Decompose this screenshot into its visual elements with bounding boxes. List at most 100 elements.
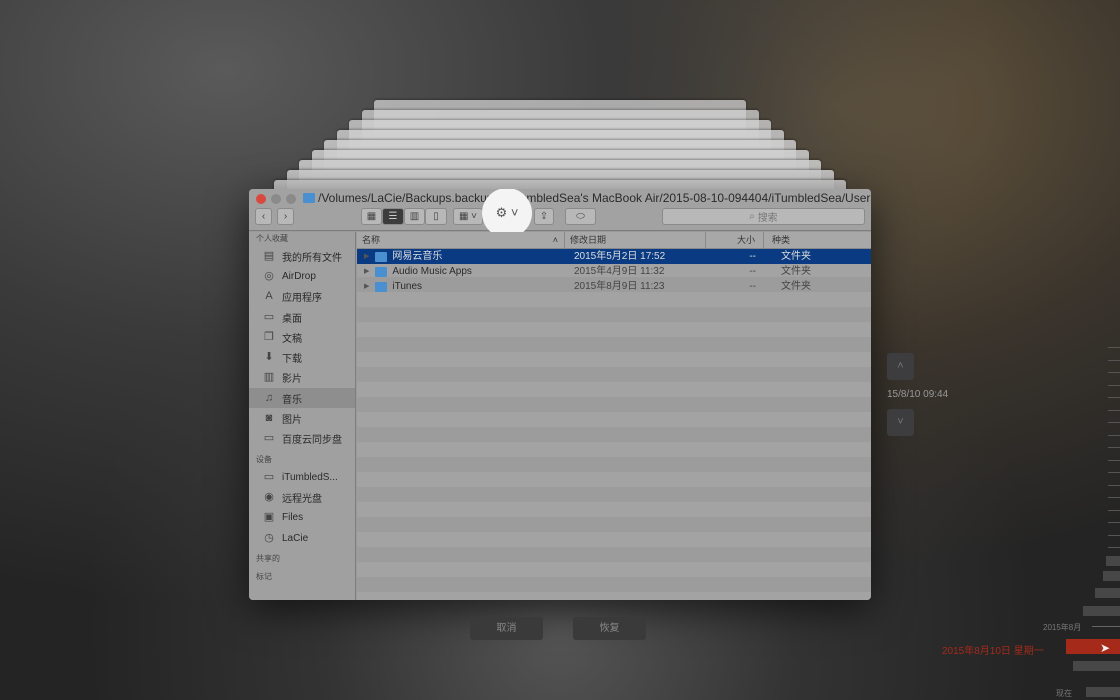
timeline-tick[interactable] (1108, 384, 1120, 386)
folder-icon (375, 266, 388, 277)
timeline-tick[interactable] (1108, 484, 1120, 486)
list-view-button[interactable]: ☰ (382, 208, 404, 225)
sidebar-item[interactable]: ⬇ 下载 (249, 347, 355, 367)
disclosure-triangle-icon[interactable]: ▶ (364, 279, 369, 294)
file-kind: 文件夹 (781, 251, 811, 262)
sidebar-item[interactable]: ▥ 影片 (249, 368, 355, 388)
sidebar-item[interactable]: ♫ 音乐 (249, 388, 355, 409)
sidebar-item[interactable]: ◙ 图片 (249, 408, 355, 428)
timeline-now-bar[interactable] (1086, 687, 1120, 697)
file-row[interactable]: ▶ 网易云音乐 2015年5月2日 17:52 -- 文件夹 (357, 249, 871, 264)
gear-icon: ⚙ ˅ (495, 205, 519, 220)
share-button[interactable]: ⇪ (534, 208, 554, 225)
column-header-kind[interactable]: 种类 (764, 232, 790, 248)
column-header-date[interactable]: 修改日期 (565, 232, 706, 248)
laptop-icon: ▭ (263, 470, 275, 483)
timeline-bar[interactable] (1083, 606, 1120, 616)
disc-icon: ◉ (264, 490, 274, 503)
timeline-tick[interactable] (1108, 359, 1120, 361)
coverflow-view-button[interactable]: ▯ (425, 208, 447, 225)
search-input[interactable]: ⌕ 搜索 (662, 208, 865, 225)
disclosure-triangle-icon[interactable]: ▶ (364, 264, 369, 279)
sidebar-item-label: 桌面 (282, 313, 302, 325)
sidebar-item-label: 应用程序 (282, 293, 322, 305)
timeline-month-label: 2015年8月 (1043, 623, 1082, 632)
timeline-bar[interactable] (1103, 571, 1120, 581)
timeline-tick[interactable] (1108, 447, 1120, 448)
restore-button[interactable]: 恢复 (573, 617, 646, 640)
column-header-name[interactable]: 名称 ˄ (357, 232, 565, 248)
timeline-month-tick (1092, 626, 1120, 627)
airdrop-icon: ◎ (264, 269, 274, 282)
timeline-selected-marker[interactable] (1066, 639, 1120, 654)
action-gear-button[interactable]: ⚙ ˅ (482, 189, 532, 238)
sidebar-item-label: 影片 (282, 374, 302, 386)
sidebar-item[interactable]: ▣ Files (249, 508, 355, 528)
next-backup-button[interactable]: ˅ (887, 409, 914, 436)
timeline-tick[interactable] (1108, 434, 1120, 436)
timeline-tick[interactable] (1108, 472, 1120, 473)
sidebar-item-label: 文稿 (282, 333, 302, 345)
file-name: Audio Music Apps (392, 266, 472, 277)
sidebar: 个人收藏 ▤ 我的所有文件 ◎ AirDrop A 应用程序 ▭ 桌面 ❐ 文稿 ⬇ 下载 ▥ 影片 ♫ 音乐 ◙… (249, 232, 356, 600)
timeline-bar[interactable] (1073, 661, 1120, 671)
time-machine-disk-icon: ◷ (264, 531, 274, 544)
column-headers: 名称 ˄ 修改日期 大小 种类 (357, 232, 871, 249)
applications-icon: A (265, 290, 273, 303)
timeline-tick[interactable] (1108, 509, 1120, 511)
timeline-tick[interactable] (1108, 372, 1120, 373)
sidebar-item[interactable]: ▤ 我的所有文件 (249, 246, 355, 266)
folder-icon (375, 281, 388, 292)
sidebar-item[interactable]: A 应用程序 (249, 287, 355, 307)
sidebar-item[interactable]: ▭ 桌面 (249, 307, 355, 327)
sidebar-item[interactable]: ◎ AirDrop (249, 266, 355, 286)
file-row[interactable]: ▶ Audio Music Apps 2015年4月9日 11:32 -- 文件夹 (357, 264, 871, 279)
minimize-button[interactable] (271, 194, 281, 204)
sidebar-item[interactable]: ◷ LaCie (249, 528, 355, 548)
file-list: 名称 ˄ 修改日期 大小 种类 ▶ 网易云音乐 2015年5月2日 17:52 -- 文件… (357, 232, 871, 600)
previous-backup-button[interactable]: ˄ (887, 353, 914, 380)
sidebar-item[interactable]: ▭ iTumbledS... (249, 467, 355, 487)
cancel-button[interactable]: 取消 (470, 617, 543, 640)
close-button[interactable] (256, 194, 266, 204)
timeline-tick[interactable] (1108, 422, 1120, 423)
back-button[interactable]: ‹ (255, 208, 272, 225)
column-header-size[interactable]: 大小 (706, 232, 764, 248)
timeline-bar[interactable] (1106, 556, 1120, 566)
file-row[interactable]: ▶ iTunes 2015年8月9日 11:23 -- 文件夹 (357, 279, 871, 294)
sidebar-item-label: AirDrop (282, 270, 316, 282)
timeline-tick[interactable] (1108, 459, 1120, 461)
timeline-tick[interactable] (1108, 497, 1120, 498)
tag-button[interactable]: ⬭ (565, 208, 596, 225)
movies-icon: ▥ (263, 371, 275, 384)
timeline-now-label: 现在 (1056, 689, 1072, 698)
zoom-button[interactable] (286, 194, 296, 204)
file-kind: 文件夹 (781, 281, 811, 292)
column-view-button[interactable]: ▥ (404, 208, 425, 225)
sidebar-item[interactable]: ❐ 文稿 (249, 327, 355, 347)
timeline-tick[interactable] (1108, 522, 1120, 523)
timeline-tick[interactable] (1108, 534, 1120, 536)
file-size: -- (749, 266, 756, 277)
sidebar-item-label: Files (282, 512, 304, 524)
folder-icon (375, 251, 388, 262)
timeline-tick[interactable] (1108, 409, 1120, 411)
sidebar-item-label: LaCie (282, 532, 309, 544)
sidebar-item[interactable]: ▭ 百度云同步盘 (249, 429, 355, 449)
sidebar-item[interactable]: ◉ 远程光盘 (249, 487, 355, 507)
icon-view-button[interactable]: ▦ (361, 208, 382, 225)
finder-window: /Volumes/LaCie/Backups.backupdb/iTumbled… (249, 189, 871, 600)
folder-icon (303, 193, 315, 203)
arrange-button[interactable]: ▦ ˅ (453, 208, 483, 225)
title-bar: /Volumes/LaCie/Backups.backupdb/iTumbled… (249, 189, 871, 238)
sidebar-section-header: 标记 (256, 572, 272, 582)
forward-button[interactable]: › (277, 208, 294, 225)
disclosure-triangle-icon[interactable]: ▶ (364, 249, 369, 264)
window-path: /Volumes/LaCie/Backups.backupdb/iTumbled… (303, 191, 871, 205)
timeline-tick[interactable] (1108, 397, 1120, 398)
file-date: 2015年5月2日 17:52 (574, 251, 666, 262)
timeline-tick[interactable] (1108, 347, 1120, 348)
file-size: -- (749, 281, 756, 292)
timeline-bar[interactable] (1095, 588, 1120, 598)
timeline-tick[interactable] (1108, 547, 1120, 548)
